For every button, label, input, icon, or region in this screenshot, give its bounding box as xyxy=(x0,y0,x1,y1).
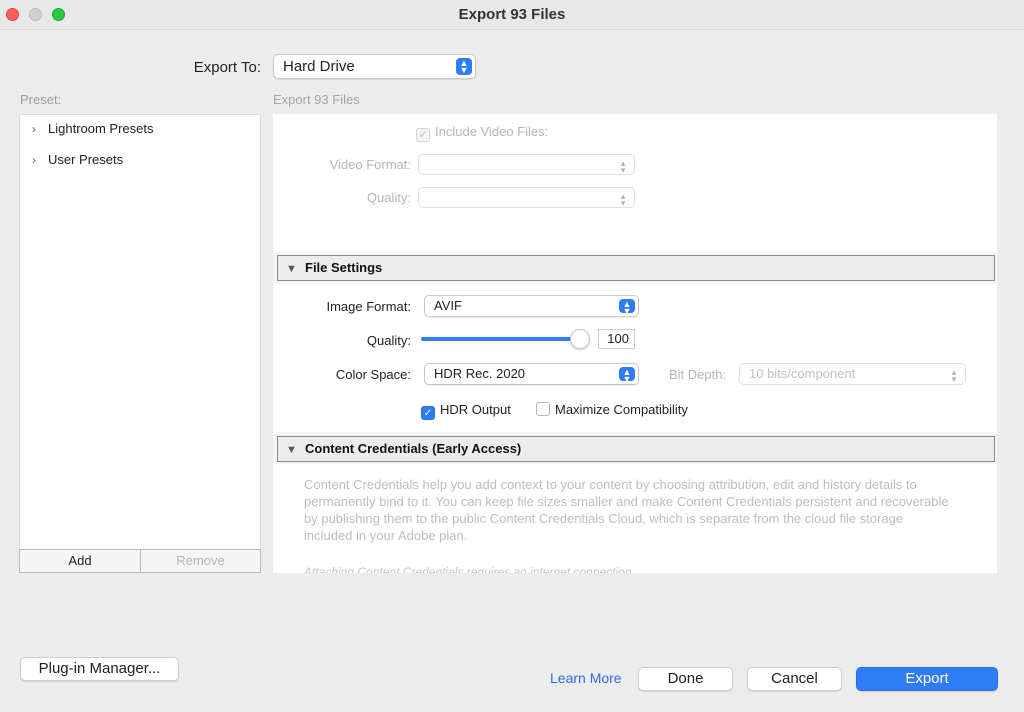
include-video-checkbox[interactable]: ✓ Include Video Files: xyxy=(416,124,548,142)
quality-slider-fill xyxy=(421,337,580,341)
video-section: ✓ Include Video Files: Video Format: ▴ ▾ Q… xyxy=(273,114,997,252)
learn-more-link[interactable]: Learn More xyxy=(550,670,622,686)
bit-depth-label: Bit Depth: xyxy=(669,367,727,382)
preset-folder-lightroom[interactable]: › Lightroom Presets xyxy=(32,121,154,136)
video-quality-label: Quality: xyxy=(366,190,411,205)
checkmark-icon: ✓ xyxy=(421,406,435,420)
disclosure-triangle-icon: ▼ xyxy=(286,444,297,456)
export-settings-panel: ✓ Include Video Files: Video Format: ▴ ▾ Q… xyxy=(273,114,997,573)
checkmark-icon: ✓ xyxy=(416,128,430,142)
content-credentials-note: Attaching Content Credentials requires a… xyxy=(304,565,635,573)
chevron-right-icon: › xyxy=(32,153,36,167)
plugin-manager-button[interactable]: Plug-in Manager... xyxy=(20,657,179,681)
preset-label: Preset: xyxy=(20,92,62,107)
image-format-select[interactable]: AVIF ▲ ▼ xyxy=(424,295,639,317)
cancel-button[interactable]: Cancel xyxy=(747,667,842,691)
export-button[interactable]: Export xyxy=(856,667,998,691)
done-button[interactable]: Done xyxy=(638,667,733,691)
window-title: Export 93 Files xyxy=(458,6,566,23)
quality-label: Quality: xyxy=(366,333,411,348)
color-space-select[interactable]: HDR Rec. 2020 ▲ ▼ xyxy=(424,363,639,385)
image-format-label: Image Format: xyxy=(326,299,411,314)
bit-depth-select[interactable]: 10 bits/component ▴ ▾ xyxy=(739,363,966,385)
export-dialog: Export 93 Files Export To: Hard Drive ▲ ▼… xyxy=(0,0,1024,712)
export-to-select[interactable]: Hard Drive ▲ ▼ xyxy=(273,54,476,79)
select-arrows-icon: ▴ ▾ xyxy=(620,158,626,175)
preset-list: › Lightroom Presets › User Presets xyxy=(19,114,261,550)
select-arrows-icon: ▲ ▼ xyxy=(619,367,635,384)
quality-slider-thumb[interactable] xyxy=(570,329,590,349)
video-format-select[interactable]: ▴ ▾ xyxy=(418,154,635,175)
quality-value-field[interactable]: 100 xyxy=(598,329,635,349)
select-arrows-icon: ▲ ▼ xyxy=(619,299,635,316)
disclosure-triangle-icon: ▼ xyxy=(286,263,297,275)
select-arrows-icon: ▲ ▼ xyxy=(456,58,472,75)
color-space-label: Color Space: xyxy=(335,367,411,382)
add-preset-button[interactable]: Add xyxy=(19,549,141,573)
export-to-label: Export To: xyxy=(193,59,261,76)
preset-buttons: Add Remove xyxy=(19,549,261,573)
maximize-compatibility-checkbox[interactable]: Maximize Compatibility xyxy=(536,402,688,417)
export-to-value: Hard Drive xyxy=(283,58,355,75)
select-arrows-icon: ▴ ▾ xyxy=(620,191,626,208)
file-settings-section: Image Format: AVIF ▲ ▼ Quality: 100 Color… xyxy=(273,284,997,432)
chevron-right-icon: › xyxy=(32,122,36,136)
remove-preset-button[interactable]: Remove xyxy=(140,549,261,573)
file-settings-header[interactable]: ▼ File Settings xyxy=(277,255,995,281)
video-format-label: Video Format: xyxy=(329,157,411,172)
hdr-output-checkbox[interactable]: ✓ HDR Output xyxy=(421,402,511,420)
content-credentials-description: Content Credentials help you add context… xyxy=(304,477,949,543)
preset-folder-user[interactable]: › User Presets xyxy=(32,152,123,167)
export-section-label: Export 93 Files xyxy=(273,92,360,107)
select-arrows-icon: ▴ ▾ xyxy=(951,367,957,384)
checkbox-empty-icon xyxy=(536,402,550,416)
video-quality-select[interactable]: ▴ ▾ xyxy=(418,187,635,208)
content-credentials-header[interactable]: ▼ Content Credentials (Early Access) xyxy=(277,436,995,462)
title-bar: Export 93 Files xyxy=(0,0,1024,30)
